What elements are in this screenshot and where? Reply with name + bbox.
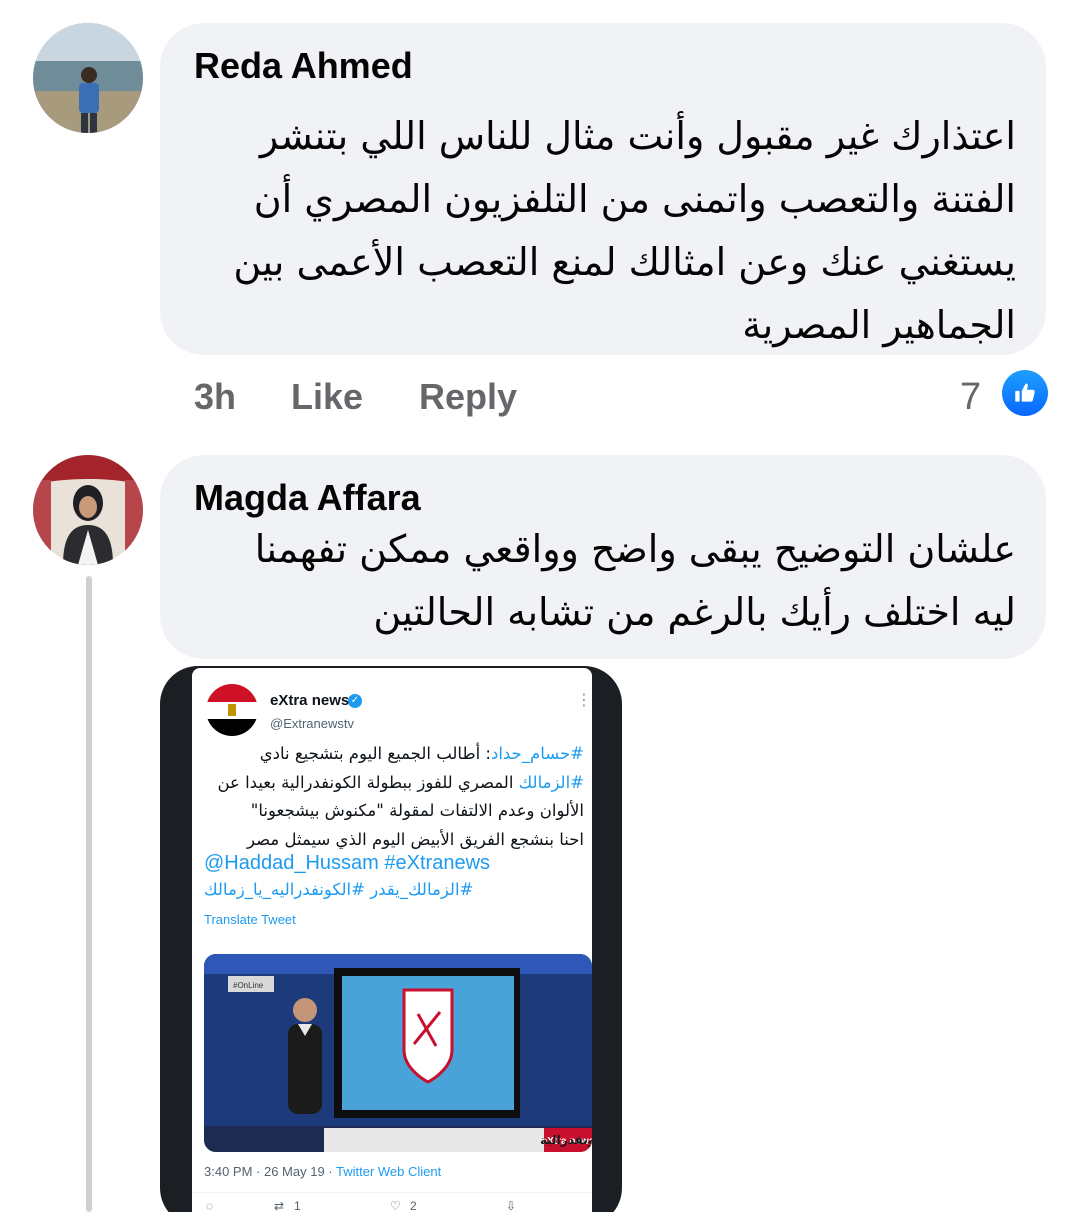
comment-line: ليه اختلف رأيك بالرغم من تشابه الحالتين <box>373 590 1016 634</box>
thumbs-up-icon <box>1002 370 1048 416</box>
comment-author[interactable]: Magda Affara <box>194 477 421 519</box>
tweet-handle: @Extranewstv <box>270 716 354 731</box>
avatar-magda-affara[interactable] <box>33 455 143 565</box>
tweet-mentions: @Haddad_Hussam #eXtranews <box>204 852 491 874</box>
more-options-icon: ⋮ <box>576 692 592 709</box>
comment-bubble-magda-affara: Magda Affara علشان التوضيح يبقى واضح ووا… <box>160 455 1046 659</box>
channel-badge: #OnLine <box>233 981 264 990</box>
tweet-source: Twitter Web Client <box>336 1164 442 1179</box>
thread-line <box>86 576 92 1212</box>
comment-text: اعتذارك غير مقبول وأنت مثال للناس اللي ب… <box>233 105 1016 357</box>
reaction-count: 7 <box>960 376 982 418</box>
retweet-icon: ⇄ <box>274 1199 285 1212</box>
tweet-stats: ◌ ⇄ 1 ♡ 2 ⇩ <box>192 1192 592 1212</box>
tweet-text: #حسام_حداد: أطالب الجميع اليوم بتشجيع نا… <box>194 740 584 854</box>
translate-tweet-link: Translate Tweet <box>204 912 296 927</box>
comment-line: الفتنة والتعصب واتمنى من التلفزيون المصر… <box>253 177 1016 221</box>
tweet-meta: 3:40 PM · 26 May 19 · Twitter Web Client <box>204 1164 441 1179</box>
comment-author[interactable]: Reda Ahmed <box>194 45 413 87</box>
comment-image-attachment[interactable]: eXtra news ✓ @Extranewstv ⋮ #حسام_حداد: … <box>160 666 622 1212</box>
reply-button[interactable]: Reply <box>419 376 517 418</box>
share-icon: ⇩ <box>506 1199 517 1212</box>
comment-line: علشان التوضيح يبقى واضح وواقعي ممكن تفهم… <box>254 527 1016 571</box>
tweet-line-text: : أطالب الجميع اليوم بتشجيع نادي <box>259 744 491 763</box>
comment-bubble-reda-ahmed: Reda Ahmed اعتذارك غير مقبول وأنت مثال ل… <box>160 23 1046 355</box>
tweet-line-text: احنا بنشجع الفريق الأبيض اليوم الذي سيمث… <box>246 829 584 849</box>
tweet-hashtags: #الزمالك_يقدر #الكونفدراليه_يا_زمالك <box>204 880 474 899</box>
tweet-card: eXtra news ✓ @Extranewstv ⋮ #حسام_حداد: … <box>192 668 592 1212</box>
tweet-hashtag: #حسام_حداد <box>490 744 584 763</box>
reply-icon: ◌ <box>206 1199 214 1212</box>
tweet-time: 3:40 PM · 26 May 19 · <box>204 1164 336 1179</box>
tweet-account-name: eXtra news <box>270 692 350 709</box>
tweet-line-text: المصري للفوز ببطولة الكونفدرالية بعيدا ع… <box>217 772 519 792</box>
heart-icon: ♡ <box>390 1199 401 1212</box>
tweet-image: #OnLine eXtra news الجماهير تؤازر الزمال… <box>204 954 592 1152</box>
image-caption: الجماهير تؤازر الزمالك في حلم الكونفدرال… <box>540 1133 592 1148</box>
verified-badge-icon: ✓ <box>348 694 362 708</box>
retweet-count: 1 <box>294 1199 301 1212</box>
tweet-hashtag: #الزمالك <box>518 772 584 792</box>
avatar-reda-ahmed[interactable] <box>33 23 143 133</box>
comment-line: يستغني عنك وعن امثالك لمنع التعصب الأعمى… <box>233 240 1016 284</box>
tweet-line: #الزمالك المصري للفوز ببطولة الكونفدرالي… <box>194 769 584 798</box>
comment-line: الجماهير المصرية <box>742 303 1016 347</box>
comment-line: اعتذارك غير مقبول وأنت مثال للناس اللي ب… <box>259 114 1016 158</box>
comment-time[interactable]: 3h <box>194 376 236 418</box>
tweet-line: #حسام_حداد: أطالب الجميع اليوم بتشجيع نا… <box>194 740 584 769</box>
like-count: 2 <box>410 1199 417 1212</box>
tweet-line: احنا بنشجع الفريق الأبيض اليوم الذي سيمث… <box>194 826 584 855</box>
tweet-line: الألوان وعدم الالتفات لمقولة "مكنوش بيشج… <box>194 797 584 826</box>
egypt-flag-logo <box>206 684 258 736</box>
like-button[interactable]: Like <box>291 376 363 418</box>
comment-text: علشان التوضيح يبقى واضح وواقعي ممكن تفهم… <box>255 518 1016 644</box>
tweet-line-text: الألوان وعدم الالتفات لمقولة "مكنوش بيشج… <box>250 801 584 820</box>
reaction-summary[interactable]: 7 <box>960 370 1050 420</box>
